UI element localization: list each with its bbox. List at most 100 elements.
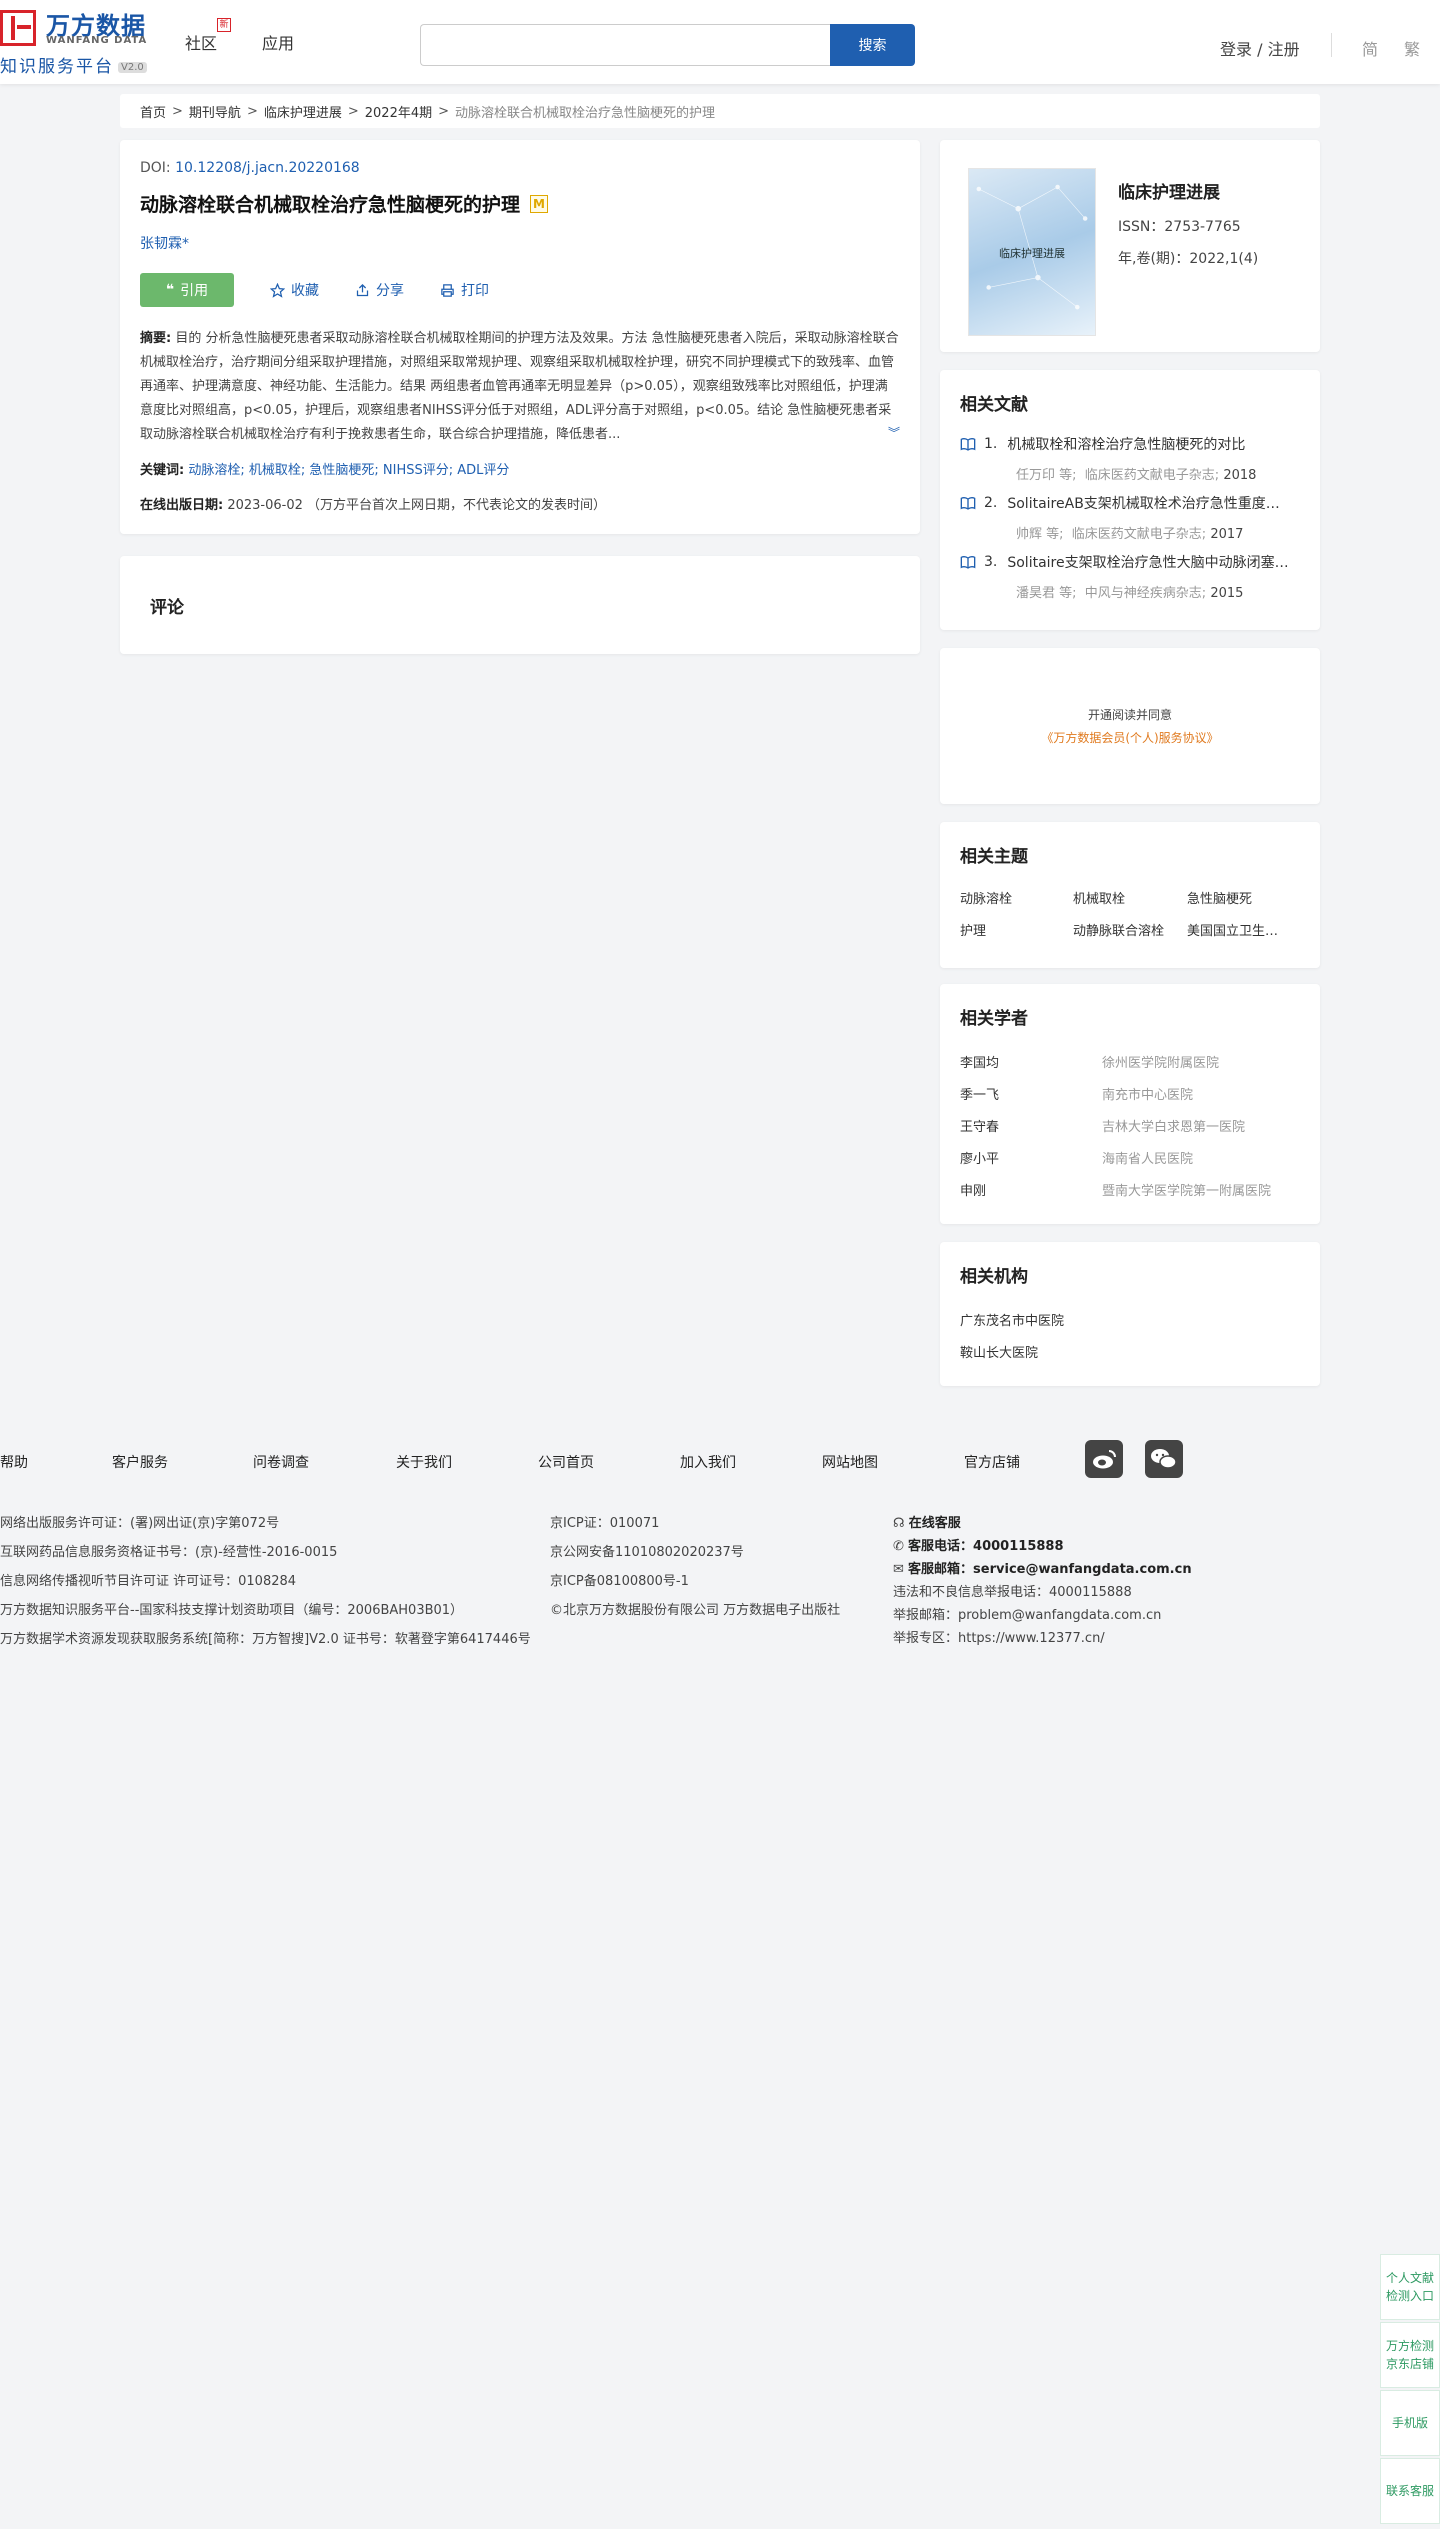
print-label: 打印 (461, 283, 489, 299)
service-email-label: 客服邮箱： (908, 1562, 974, 1577)
author-link[interactable]: 张韧霖* (140, 233, 900, 253)
footer-link-sitemap[interactable]: 网站地图 (822, 1452, 878, 1472)
topic-link[interactable]: 动脉溶栓 (960, 888, 1070, 907)
journal-card: 临床护理进展 临床护理进展 ISSN：2753-7765 年,卷(期)：2022… (940, 140, 1320, 352)
float-contact-service[interactable]: 联系客服 (1380, 2458, 1440, 2524)
breadcrumb-home[interactable]: 首页 (140, 102, 166, 121)
footer-link-about[interactable]: 关于我们 (396, 1452, 452, 1472)
agreement-link[interactable]: 《万方数据会员(个人)服务协议》 (1041, 729, 1218, 746)
related-doc-item[interactable]: 3. Solitaire支架取栓治疗急性大脑中动脉闭塞的临床观察 潘昊君 等; … (960, 552, 1300, 601)
breadcrumb-issue[interactable]: 2022年4期 (365, 102, 432, 121)
publish-date-label: 在线出版日期: (140, 498, 224, 513)
login-register-link[interactable]: 登录 / 注册 (1220, 36, 1300, 60)
footer-link-help[interactable]: 帮助 (0, 1452, 28, 1472)
related-doc-author: 任万印 等; (1016, 468, 1077, 483)
related-doc-title[interactable]: 机械取栓和溶栓治疗急性脑梗死的对比 (1007, 434, 1289, 454)
report-email[interactable]: 举报邮箱：problem@wanfangdata.com.cn (893, 1604, 1161, 1623)
float-jd-store[interactable]: 万方检测京东店铺 (1380, 2322, 1440, 2388)
footer-copyright: ©北京万方数据股份有限公司 万方数据电子出版社 (550, 1603, 841, 1618)
related-doc-year: 2017 (1210, 527, 1244, 542)
service-phone: ✆ 客服电话：4000115888 (893, 1535, 1064, 1554)
doi-link[interactable]: 10.12208/j.jacn.20220168 (175, 160, 360, 176)
footer-link-service[interactable]: 客户服务 (112, 1452, 168, 1472)
top-header: 万方数据 WANFANG DATA 知识服务平台 V2.0 社区 新 应用 搜索 … (0, 0, 1440, 84)
float-mobile[interactable]: 手机版 (1380, 2390, 1440, 2456)
lang-traditional[interactable]: 繁 (1404, 36, 1420, 60)
scholar-org[interactable]: 徐州医学院附属医院 (1102, 1052, 1219, 1071)
related-doc-title[interactable]: Solitaire支架取栓治疗急性大脑中动脉闭塞的临床观察 (1007, 552, 1289, 572)
footer-icp[interactable]: 京ICP备08100800号-1 (550, 1570, 689, 1589)
related-doc-line: 3. Solitaire支架取栓治疗急性大脑中动脉闭塞的临床观察 (960, 552, 1300, 572)
breadcrumb-journal[interactable]: 临床护理进展 (264, 102, 342, 121)
footer-link-join[interactable]: 加入我们 (680, 1452, 736, 1472)
footer-license: 万方数据知识服务平台--国家科技支撑计划资助项目（编号：2006BAH03B01… (0, 1603, 464, 1618)
print-button[interactable]: 打印 (440, 280, 489, 300)
doi-label: DOI: (140, 160, 171, 176)
quote-icon: ❝ (165, 282, 175, 298)
footer-link-survey[interactable]: 问卷调查 (253, 1452, 309, 1472)
related-orgs-card: 相关机构 广东茂名市中医院 鞍山长大医院 (940, 1242, 1320, 1386)
footer-link-company[interactable]: 公司首页 (538, 1452, 594, 1472)
cite-button[interactable]: ❝ 引用 (140, 273, 234, 307)
related-doc-item[interactable]: 1. 机械取栓和溶栓治疗急性脑梗死的对比 任万印 等; 临床医药文献电子杂志; … (960, 434, 1300, 483)
footer-icp[interactable]: 京ICP证：010071 (550, 1512, 659, 1531)
share-button[interactable]: 分享 (355, 280, 404, 300)
logo-sub-text: 知识服务平台 (0, 57, 114, 77)
logo[interactable]: 万方数据 WANFANG DATA 知识服务平台 V2.0 (0, 6, 160, 77)
online-service[interactable]: ☊ 在线客服 (893, 1512, 961, 1531)
nav-community[interactable]: 社区 新 (185, 18, 231, 54)
wechat-glyph-icon (1151, 1449, 1177, 1469)
logo-en: WANFANG DATA (46, 35, 148, 46)
footer-link-store[interactable]: 官方店铺 (964, 1452, 1020, 1472)
service-phone-label: 客服电话： (908, 1539, 974, 1554)
breadcrumb-journals[interactable]: 期刊导航 (189, 102, 241, 121)
related-doc-title[interactable]: SolitaireAB支架机械取栓术治疗急性重度脑梗死的疗效观察 (1007, 493, 1289, 513)
topic-link[interactable]: 美国国立卫生研究院卒中量表 (1187, 920, 1283, 939)
scholar-name[interactable]: 申刚 (960, 1180, 986, 1199)
journal-name[interactable]: 临床护理进展 (1118, 178, 1220, 203)
topic-link[interactable]: 动静脉联合溶栓 (1073, 920, 1169, 939)
footer-license: 互联网药品信息服务资格证书号：(京)-经营性-2016-0015 (0, 1545, 338, 1560)
new-badge: 新 (217, 18, 231, 32)
mail-icon: ✉ (893, 1562, 909, 1577)
float-plagiarism-check[interactable]: 个人文献检测入口 (1380, 2254, 1440, 2320)
version-badge: V2.0 (118, 61, 147, 73)
org-link[interactable]: 广东茂名市中医院 (960, 1310, 1064, 1329)
breadcrumb-current: 动脉溶栓联合机械取栓治疗急性脑梗死的护理 (455, 105, 716, 121)
footer-icp[interactable]: 京公网安备11010802020237号 (550, 1541, 744, 1560)
scholar-name[interactable]: 季一飞 (960, 1084, 999, 1103)
wechat-icon[interactable] (1145, 1440, 1183, 1478)
scholar-org[interactable]: 南充市中心医院 (1102, 1084, 1193, 1103)
expand-chevron-icon[interactable]: ︾ (883, 421, 900, 445)
scholar-name[interactable]: 王守春 (960, 1116, 999, 1135)
search-button[interactable]: 搜索 (830, 24, 915, 66)
scholar-name[interactable]: 廖小平 (960, 1148, 999, 1167)
footer-license: 万方数据学术资源发现获取服务系统[简称：万方智搜]V2.0 证书号：软著登字第6… (0, 1632, 531, 1647)
breadcrumb-separator: > (438, 103, 450, 119)
scholar-org[interactable]: 海南省人民医院 (1102, 1148, 1193, 1167)
journal-cover[interactable]: 临床护理进展 (968, 168, 1096, 336)
service-email-value[interactable]: service@wanfangdata.com.cn (973, 1562, 1192, 1577)
keywords-links[interactable]: 动脉溶栓; 机械取栓; 急性脑梗死; NIHSS评分; ADL评分 (188, 463, 509, 478)
lang-simplified[interactable]: 简 (1362, 36, 1378, 60)
related-docs-card: 相关文献 1. 机械取栓和溶栓治疗急性脑梗死的对比 任万印 等; 临床医药文献电… (940, 370, 1320, 630)
share-label: 分享 (376, 283, 404, 299)
article-title: 动脉溶栓联合机械取栓治疗急性脑梗死的护理 M (140, 190, 900, 217)
favorite-button[interactable]: 收藏 (270, 280, 319, 300)
scholar-org[interactable]: 吉林大学白求恩第一医院 (1102, 1116, 1245, 1135)
weibo-icon[interactable] (1085, 1440, 1123, 1478)
search-input[interactable] (420, 24, 830, 66)
topic-link[interactable]: 护理 (960, 920, 1070, 939)
related-doc-line: 2. SolitaireAB支架机械取栓术治疗急性重度脑梗死的疗效观察 (960, 493, 1300, 513)
org-link[interactable]: 鞍山长大医院 (960, 1342, 1038, 1361)
topic-link[interactable]: 机械取栓 (1073, 888, 1183, 907)
topic-link[interactable]: 急性脑梗死 (1187, 888, 1297, 907)
scholar-org[interactable]: 暨南大学医学院第一附属医院 (1102, 1180, 1271, 1199)
footer-license: 网络出版服务许可证：(署)网出证(京)字第072号 (0, 1516, 280, 1531)
abstract: 摘要: 目的 分析急性脑梗死患者采取动脉溶栓联合机械取栓期间的护理方法及效果。方… (140, 327, 900, 447)
nav-apps[interactable]: 应用 (262, 30, 294, 54)
footer: 帮助 客户服务 问卷调查 关于我们 公司首页 加入我们 网站地图 官方店铺 网络… (0, 1404, 1440, 1672)
report-zone[interactable]: 举报专区：https://www.12377.cn/ (893, 1627, 1105, 1646)
related-doc-item[interactable]: 2. SolitaireAB支架机械取栓术治疗急性重度脑梗死的疗效观察 帅辉 等… (960, 493, 1300, 542)
scholar-name[interactable]: 李国均 (960, 1052, 999, 1071)
